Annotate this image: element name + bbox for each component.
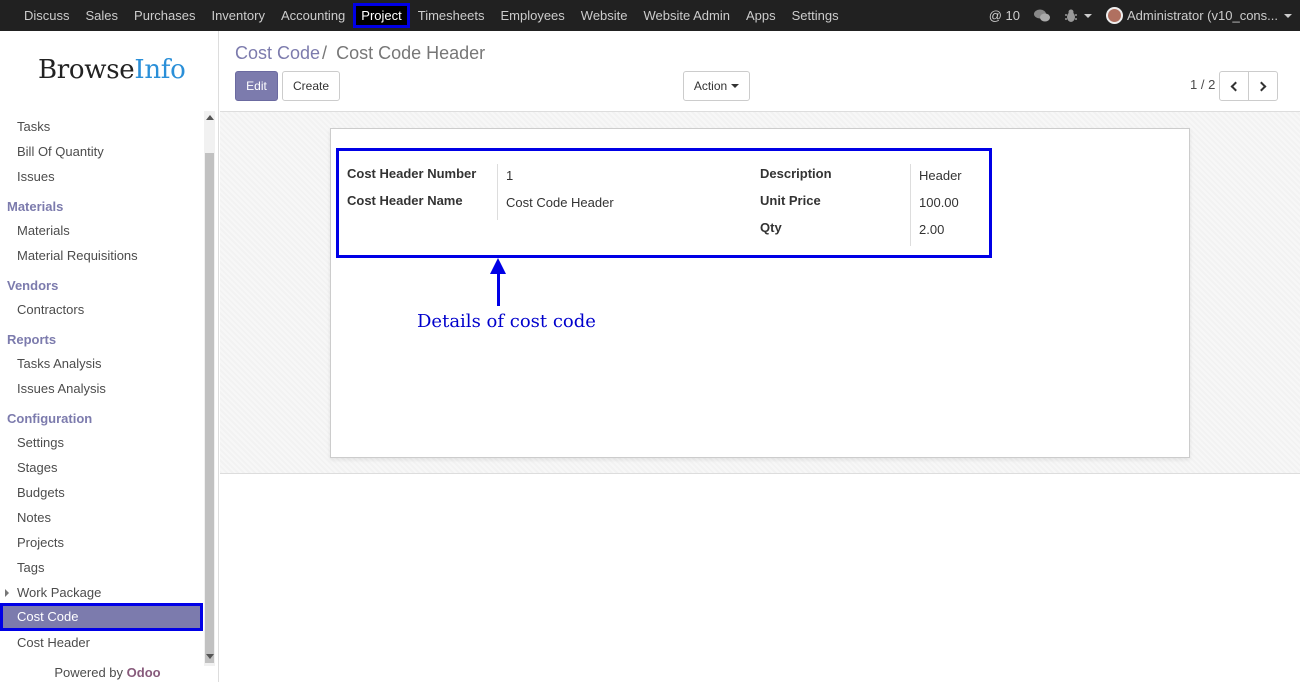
- avatar: [1105, 7, 1123, 24]
- description-field[interactable]: Header: [919, 168, 962, 183]
- breadcrumb: Cost Code / Cost Code Header: [235, 43, 485, 64]
- menu-website-admin[interactable]: Website Admin: [636, 0, 738, 31]
- annotation-caption: Details of cost code: [417, 311, 596, 332]
- cost-header-number-label: Cost Header Number: [347, 166, 477, 181]
- company-logo: BrowseInfo: [38, 55, 186, 85]
- field-divider: [497, 164, 498, 220]
- sidebar-item-settings[interactable]: Settings: [17, 435, 64, 450]
- odoo-link[interactable]: Odoo: [127, 665, 161, 680]
- menu-settings[interactable]: Settings: [784, 0, 847, 31]
- pager-previous-button[interactable]: [1219, 71, 1249, 101]
- menu-purchases[interactable]: Purchases: [126, 0, 203, 31]
- scroll-up-arrow-icon[interactable]: [206, 115, 214, 120]
- debug-bug-icon[interactable]: [1064, 9, 1092, 23]
- systray: @ 10 Administrator (v10_cons...: [989, 0, 1292, 31]
- unit-price-field[interactable]: 100.00: [919, 195, 959, 210]
- menu-website[interactable]: Website: [573, 0, 636, 31]
- powered-by: Powered by Odoo: [0, 665, 215, 680]
- menu-employees[interactable]: Employees: [492, 0, 572, 31]
- unit-price-label: Unit Price: [760, 193, 821, 208]
- sidebar-item-work-package[interactable]: Work Package: [17, 585, 101, 600]
- user-menu[interactable]: Administrator (v10_cons...: [1105, 7, 1292, 24]
- qty-field[interactable]: 2.00: [919, 222, 944, 237]
- sidebar-scrollbar-thumb[interactable]: [205, 153, 214, 663]
- sidebar-item-materials[interactable]: Materials: [17, 223, 70, 238]
- breadcrumb-separator: /: [322, 43, 328, 63]
- sidebar-item-issues-analysis[interactable]: Issues Analysis: [17, 381, 106, 396]
- chevron-right-icon: [1256, 81, 1267, 91]
- sidebar-item-contractors[interactable]: Contractors: [17, 302, 84, 317]
- sidebar-item-cost-header[interactable]: Cost Header: [17, 635, 90, 650]
- create-button[interactable]: Create: [282, 71, 340, 101]
- sidebar-section-materials: Materials: [7, 199, 64, 214]
- chevron-down-icon: [1284, 13, 1292, 18]
- logo-browse-text: Browse: [38, 55, 135, 85]
- sidebar-section-vendors: Vendors: [7, 278, 59, 293]
- sidebar-item-tasks[interactable]: Tasks: [17, 119, 50, 134]
- chevron-down-icon: [731, 84, 740, 88]
- sidebar-item-cost-code[interactable]: Cost Code: [0, 603, 203, 631]
- chevron-down-icon: [1083, 13, 1092, 18]
- sidebar-item-issues[interactable]: Issues: [17, 169, 55, 184]
- form-sheet: Cost Header Number 1 Cost Header Name Co…: [330, 128, 1190, 458]
- menu-sales[interactable]: Sales: [78, 0, 127, 31]
- sidebar-section-reports: Reports: [7, 332, 57, 347]
- powered-by-text: Powered by: [54, 665, 124, 680]
- pager-value: 1 / 2: [1190, 77, 1216, 92]
- qty-label: Qty: [760, 220, 782, 235]
- sidebar-section-configuration: Configuration: [7, 411, 93, 426]
- sidebar-item-projects[interactable]: Projects: [17, 535, 64, 550]
- field-divider: [910, 164, 911, 246]
- sidebar-item-tasks-analysis[interactable]: Tasks Analysis: [17, 356, 102, 371]
- mentions-counter[interactable]: @ 10: [989, 8, 1020, 23]
- form-view: Cost Header Number 1 Cost Header Name Co…: [220, 112, 1300, 474]
- control-panel: Cost Code / Cost Code Header Edit Create …: [220, 31, 1300, 112]
- top-navbar: Discuss Sales Purchases Inventory Accoun…: [0, 0, 1300, 31]
- cost-header-name-field[interactable]: Cost Code Header: [506, 195, 614, 210]
- menu-project[interactable]: Project: [353, 3, 410, 28]
- sidebar-item-tags[interactable]: Tags: [17, 560, 44, 575]
- cost-header-name-label: Cost Header Name: [347, 193, 463, 208]
- sidebar-item-notes[interactable]: Notes: [17, 510, 51, 525]
- breadcrumb-current: Cost Code Header: [336, 43, 486, 63]
- cost-header-number-field[interactable]: 1: [506, 168, 513, 183]
- action-label: Action: [693, 79, 728, 93]
- menu-accounting[interactable]: Accounting: [273, 0, 353, 31]
- scroll-down-arrow-icon[interactable]: [206, 654, 214, 659]
- breadcrumb-cost-code[interactable]: Cost Code: [235, 43, 320, 63]
- logo-info-text: Info: [134, 55, 186, 85]
- menu-apps[interactable]: Apps: [738, 0, 784, 31]
- description-label: Description: [760, 166, 832, 181]
- pager-next-button[interactable]: [1248, 71, 1278, 101]
- app-menu: Discuss Sales Purchases Inventory Accoun…: [16, 0, 847, 31]
- sidebar-item-material-requisitions[interactable]: Material Requisitions: [17, 248, 138, 263]
- sidebar: BrowseInfo Tasks Bill Of Quantity Issues…: [0, 31, 219, 682]
- annotation-arrow-shaft: [497, 272, 500, 306]
- edit-button[interactable]: Edit: [235, 71, 278, 101]
- sidebar-item-stages[interactable]: Stages: [17, 460, 57, 475]
- chat-icon[interactable]: [1033, 9, 1050, 23]
- menu-timesheets[interactable]: Timesheets: [410, 0, 493, 31]
- menu-discuss[interactable]: Discuss: [16, 0, 78, 31]
- expand-triangle-icon[interactable]: [5, 589, 9, 597]
- sidebar-item-bill-of-quantity[interactable]: Bill Of Quantity: [17, 144, 104, 159]
- menu-inventory[interactable]: Inventory: [203, 0, 272, 31]
- user-name: Administrator (v10_cons...: [1126, 8, 1278, 23]
- sidebar-item-budgets[interactable]: Budgets: [17, 485, 65, 500]
- action-dropdown[interactable]: Action: [683, 71, 750, 101]
- chevron-left-icon: [1230, 81, 1241, 91]
